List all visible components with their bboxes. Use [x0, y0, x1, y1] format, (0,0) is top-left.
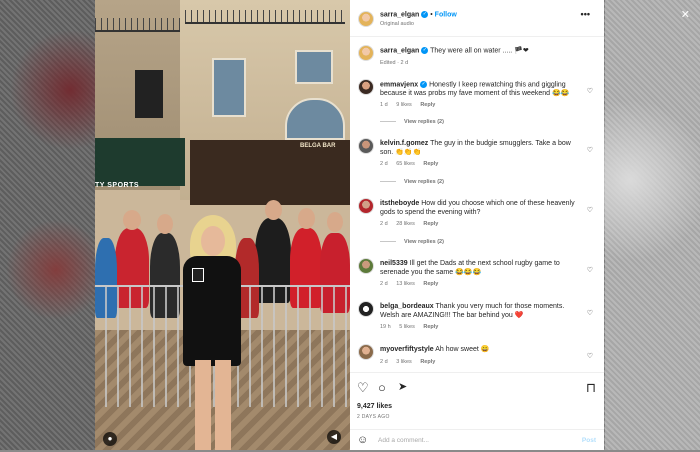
reply-button[interactable]: Reply — [420, 102, 435, 108]
verified-icon: ✓ — [421, 11, 429, 18]
save-bookmark-icon[interactable]: ⊓ — [586, 381, 596, 394]
reply-button[interactable]: Reply — [423, 324, 438, 330]
user-tags-icon[interactable]: ● — [103, 432, 117, 446]
comment-time: 2 d — [380, 358, 388, 365]
caption-emoji: 🏴❤ — [514, 47, 529, 55]
comment-body: itstheboyde How did you choose which one… — [380, 200, 585, 229]
window — [295, 50, 333, 84]
bar-storefront — [190, 140, 350, 205]
caption-username[interactable]: sarra_elgan — [380, 47, 419, 54]
comment-time: 19 h — [380, 324, 391, 330]
view-replies-button[interactable]: View replies (2) — [380, 239, 444, 245]
comment-time: 2 d — [380, 161, 388, 167]
comment-meta: 1 d 9 likes Reply — [380, 101, 585, 110]
comment-body: belga_bordeaux Thank you very much for t… — [380, 303, 585, 332]
follow-button[interactable]: Follow — [435, 11, 457, 18]
post-header: sarra_elgan ✓ • Follow Original audio ••• — [350, 0, 604, 37]
comment-time: 1 d — [380, 102, 388, 109]
bar-sign-text: BELGA BAR — [300, 143, 336, 149]
commenter-avatar[interactable] — [358, 301, 374, 317]
author-avatar[interactable] — [358, 45, 374, 61]
window — [212, 58, 246, 117]
awning-sign-text: TY SPORTS — [95, 182, 140, 189]
caption-text: They were all on water ..... — [430, 47, 513, 55]
comment-time: 2 d — [380, 221, 388, 227]
comment-icon[interactable]: ○ — [378, 381, 386, 394]
shop-awning — [95, 138, 185, 186]
view-replies-button[interactable]: View replies (2) — [380, 119, 444, 125]
post-date: 2 DAYS AGO — [357, 414, 390, 420]
comment-meta: 19 h 5 likes Reply — [380, 323, 585, 332]
author-username[interactable]: sarra_elgan — [380, 11, 419, 18]
like-comment-heart-icon[interactable]: ♡ — [587, 146, 593, 154]
comment-text: Ah how sweet 😄 — [435, 346, 490, 353]
comment-username[interactable]: neil5339 — [380, 260, 408, 267]
verified-icon: ✓ — [420, 81, 428, 88]
backdrop-right — [605, 0, 700, 450]
caption-body: sarra_elgan ✓ They were all on water ....… — [380, 47, 585, 67]
balcony-center — [185, 10, 345, 24]
like-comment-heart-icon[interactable]: ♡ — [587, 206, 593, 214]
comment-meta: 2 d 3 likes Reply — [380, 358, 585, 367]
microphone — [192, 268, 204, 282]
reply-button[interactable]: Reply — [423, 221, 438, 227]
original-audio-link[interactable]: Original audio — [380, 21, 414, 27]
reply-button[interactable]: Reply — [423, 161, 438, 167]
comment-meta: 2 d 28 likes Reply — [380, 220, 585, 229]
comment-username[interactable]: itstheboyde — [380, 200, 419, 207]
comments-list: sarra_elgan ✓ They were all on water ....… — [350, 37, 604, 370]
comment-time: 2 d — [380, 281, 388, 287]
comment-username[interactable]: emmavjenx — [380, 81, 418, 88]
commenter-avatar[interactable] — [358, 258, 374, 274]
comment-likes[interactable]: 3 likes — [396, 359, 412, 365]
add-comment-bar: ☺ Add a comment... Post — [350, 429, 604, 452]
add-comment-input[interactable]: Add a comment... — [378, 437, 429, 444]
post-actions: ♡ ○ ➤ ⊓ 9,427 likes 2 DAYS AGO ☺ Add a c… — [350, 372, 604, 451]
like-heart-icon[interactable]: ♡ — [357, 381, 369, 394]
comment-likes[interactable]: 28 likes — [396, 221, 415, 227]
commenter-avatar[interactable] — [358, 79, 374, 95]
emoji-icon[interactable]: ☺ — [357, 434, 368, 446]
comment-likes[interactable]: 5 likes — [399, 324, 415, 330]
comment-username[interactable]: myoverfiftystyle — [380, 346, 434, 353]
post-media-video[interactable]: TY SPORTS BELGA BAR ● ◀ — [95, 0, 350, 450]
comment-likes[interactable]: 13 likes — [396, 281, 415, 287]
post-side-panel: sarra_elgan ✓ • Follow Original audio •••… — [350, 0, 604, 450]
like-count[interactable]: 9,427 likes — [357, 403, 392, 410]
comment-meta: 2 d 13 likes Reply — [380, 280, 585, 289]
comment-username[interactable]: kelvin.f.gomez — [380, 140, 428, 147]
comment-body: neil5339 Ill get the Dads at the next sc… — [380, 260, 585, 289]
comment-likes[interactable]: 65 likes — [396, 161, 415, 167]
reply-button[interactable]: Reply — [423, 281, 438, 287]
commenter-avatar[interactable] — [358, 138, 374, 154]
comment-username[interactable]: belga_bordeaux — [380, 303, 434, 310]
caption-meta: Edited · 2 d — [380, 59, 409, 66]
author-line: sarra_elgan ✓ • Follow — [380, 11, 457, 19]
verified-icon: ✓ — [421, 47, 429, 54]
post-comment-button[interactable]: Post — [582, 437, 596, 444]
presenter-face — [201, 226, 225, 256]
like-comment-heart-icon[interactable]: ♡ — [587, 266, 593, 274]
like-comment-heart-icon[interactable]: ♡ — [587, 309, 593, 317]
backdrop-left — [0, 0, 95, 450]
wall-sign — [135, 70, 163, 118]
view-replies-button[interactable]: View replies (2) — [380, 179, 444, 185]
commenter-avatar[interactable] — [358, 344, 374, 360]
comment-body: emmavjenx ✓ Honestly I keep rewatching th… — [380, 81, 585, 110]
close-icon[interactable]: ✕ — [681, 8, 690, 21]
author-avatar[interactable] — [358, 11, 374, 27]
balcony-left — [95, 18, 180, 32]
mute-icon[interactable]: ◀ — [327, 430, 341, 444]
comment-likes[interactable]: 9 likes — [396, 102, 412, 108]
share-icon[interactable]: ➤ — [398, 381, 407, 394]
reply-button[interactable]: Reply — [420, 359, 435, 365]
commenter-avatar[interactable] — [358, 198, 374, 214]
presenter-legs — [195, 360, 231, 450]
like-comment-heart-icon[interactable]: ♡ — [587, 87, 593, 95]
more-options-icon[interactable]: ••• — [581, 9, 590, 19]
comment-body: kelvin.f.gomez The guy in the budgie smu… — [380, 140, 585, 169]
comment-meta: 2 d 65 likes Reply — [380, 160, 585, 169]
like-comment-heart-icon[interactable]: ♡ — [587, 352, 593, 360]
comment-body: myoverfiftystyle Ah how sweet 😄 2 d 3 li… — [380, 346, 585, 366]
